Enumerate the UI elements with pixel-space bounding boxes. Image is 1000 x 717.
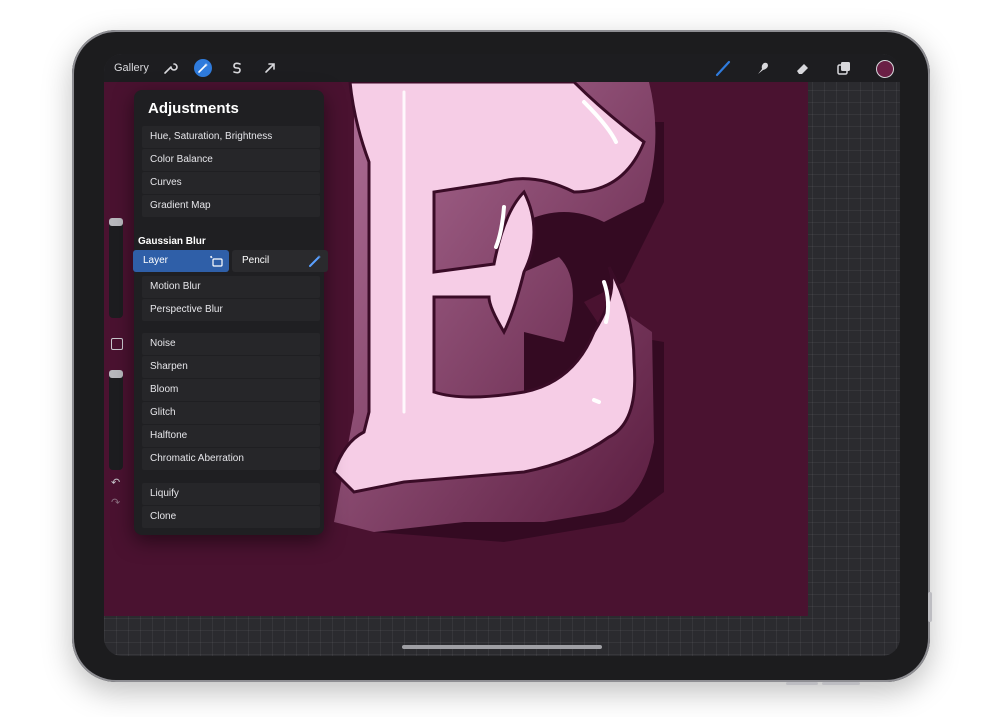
modify-button[interactable]	[111, 338, 123, 350]
top-button-1	[786, 682, 818, 685]
menu-item-clone[interactable]: Clone	[142, 506, 320, 528]
top-button-2	[822, 682, 860, 685]
opacity-slider[interactable]	[109, 370, 123, 470]
pencil-mode-icon	[309, 255, 321, 267]
menu-item-motion-blur[interactable]: Motion Blur	[142, 276, 320, 298]
menu-item-sharpen[interactable]: Sharpen	[142, 356, 320, 378]
pencil-mode-button[interactable]: Pencil	[232, 250, 328, 272]
color-swatch-icon[interactable]	[876, 60, 894, 78]
selection-s-icon[interactable]	[228, 59, 246, 77]
arrow-icon[interactable]	[261, 59, 279, 77]
undo-icon[interactable]: ↶	[111, 476, 120, 489]
pencil-mode-label: Pencil	[242, 255, 270, 266]
gallery-button[interactable]: Gallery	[114, 62, 149, 74]
eraser-icon[interactable]	[794, 59, 812, 77]
layer-mode-label: Layer	[143, 255, 169, 266]
menu-item-halftone[interactable]: Halftone	[142, 425, 320, 447]
redo-icon[interactable]: ↷	[111, 496, 120, 509]
gaussian-blur-title: Gaussian Blur	[138, 236, 206, 247]
menu-item-glitch[interactable]: Glitch	[142, 402, 320, 424]
layer-mode-icon	[210, 255, 223, 267]
menu-item-liquify[interactable]: Liquify	[142, 483, 320, 505]
menu-item-curves[interactable]: Curves	[142, 172, 320, 194]
brush-icon[interactable]	[714, 59, 732, 77]
magic-wand-icon[interactable]	[194, 59, 212, 77]
layers-icon[interactable]	[835, 59, 853, 77]
layer-mode-button[interactable]: Layer	[133, 250, 229, 272]
home-indicator[interactable]	[402, 645, 602, 649]
brush-size-slider[interactable]	[109, 218, 123, 318]
opacity-slider-knob[interactable]	[109, 370, 123, 378]
menu-item-bloom[interactable]: Bloom	[142, 379, 320, 401]
adjustments-title: Adjustments	[148, 100, 239, 117]
menu-item-noise[interactable]: Noise	[142, 333, 320, 355]
adjustments-menu: Adjustments Hue, Saturation, Brightness …	[133, 90, 328, 535]
menu-item-chromatic-aberration[interactable]: Chromatic Aberration	[142, 448, 320, 470]
menu-item-gradient-map[interactable]: Gradient Map	[142, 195, 320, 217]
wrench-icon[interactable]	[161, 59, 179, 77]
smudge-icon[interactable]	[754, 59, 772, 77]
brush-size-slider-knob[interactable]	[109, 218, 123, 226]
menu-item-hue-saturation-brightness[interactable]: Hue, Saturation, Brightness	[142, 126, 320, 148]
screen: Gallery ↶ ↷ Adjustments Hue, Saturation,…	[104, 54, 900, 656]
volume-button	[928, 592, 932, 622]
left-sidebar: ↶ ↷	[104, 204, 128, 509]
top-toolbar: Gallery	[104, 54, 900, 82]
menu-item-color-balance[interactable]: Color Balance	[142, 149, 320, 171]
menu-item-perspective-blur[interactable]: Perspective Blur	[142, 299, 320, 321]
